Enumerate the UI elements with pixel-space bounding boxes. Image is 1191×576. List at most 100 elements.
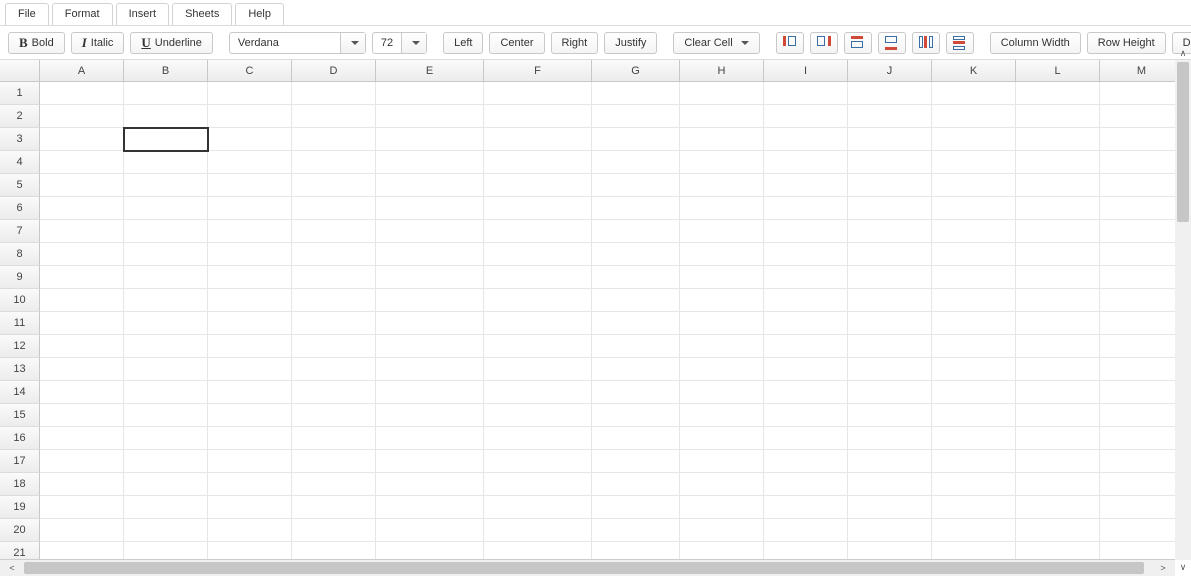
- insert-column-left-button[interactable]: [776, 32, 804, 54]
- cell-C4[interactable]: [208, 151, 292, 174]
- cell-K4[interactable]: [932, 151, 1016, 174]
- cell-E7[interactable]: [376, 220, 484, 243]
- cell-A6[interactable]: [40, 197, 124, 220]
- cell-F20[interactable]: [484, 519, 592, 542]
- row-header-5[interactable]: 5: [0, 174, 40, 197]
- cell-K9[interactable]: [932, 266, 1016, 289]
- cell-M16[interactable]: [1100, 427, 1184, 450]
- cell-H4[interactable]: [680, 151, 764, 174]
- cell-B21[interactable]: [124, 542, 208, 560]
- menu-file[interactable]: File: [5, 3, 49, 25]
- cell-I9[interactable]: [764, 266, 848, 289]
- cell-J11[interactable]: [848, 312, 932, 335]
- cell-D8[interactable]: [292, 243, 376, 266]
- cell-B6[interactable]: [124, 197, 208, 220]
- cell-B5[interactable]: [124, 174, 208, 197]
- cell-L11[interactable]: [1016, 312, 1100, 335]
- cell-H17[interactable]: [680, 450, 764, 473]
- cell-D7[interactable]: [292, 220, 376, 243]
- cell-A18[interactable]: [40, 473, 124, 496]
- font-size-select[interactable]: 72: [372, 32, 427, 54]
- column-header-C[interactable]: C: [208, 60, 292, 81]
- column-width-button[interactable]: Column Width: [990, 32, 1081, 54]
- clear-cell-button[interactable]: Clear Cell: [673, 32, 759, 54]
- cell-C16[interactable]: [208, 427, 292, 450]
- cell-J5[interactable]: [848, 174, 932, 197]
- cell-M12[interactable]: [1100, 335, 1184, 358]
- cell-C15[interactable]: [208, 404, 292, 427]
- cell-H11[interactable]: [680, 312, 764, 335]
- cell-K6[interactable]: [932, 197, 1016, 220]
- cell-E19[interactable]: [376, 496, 484, 519]
- cell-M7[interactable]: [1100, 220, 1184, 243]
- cell-H5[interactable]: [680, 174, 764, 197]
- scroll-right-icon[interactable]: >: [1155, 560, 1171, 576]
- align-left-button[interactable]: Left: [443, 32, 483, 54]
- cell-D20[interactable]: [292, 519, 376, 542]
- cell-I11[interactable]: [764, 312, 848, 335]
- cell-G15[interactable]: [592, 404, 680, 427]
- column-header-H[interactable]: H: [680, 60, 764, 81]
- cell-H9[interactable]: [680, 266, 764, 289]
- cell-H14[interactable]: [680, 381, 764, 404]
- cell-E18[interactable]: [376, 473, 484, 496]
- cell-F7[interactable]: [484, 220, 592, 243]
- row-header-20[interactable]: 20: [0, 519, 40, 542]
- cell-C20[interactable]: [208, 519, 292, 542]
- cell-G2[interactable]: [592, 105, 680, 128]
- cell-D21[interactable]: [292, 542, 376, 560]
- cell-D19[interactable]: [292, 496, 376, 519]
- cell-I21[interactable]: [764, 542, 848, 560]
- cell-M1[interactable]: [1100, 82, 1184, 105]
- row-header-8[interactable]: 8: [0, 243, 40, 266]
- horizontal-scroll-thumb[interactable]: [24, 562, 1144, 574]
- cell-B1[interactable]: [124, 82, 208, 105]
- cell-I7[interactable]: [764, 220, 848, 243]
- cell-I8[interactable]: [764, 243, 848, 266]
- cell-C6[interactable]: [208, 197, 292, 220]
- cell-K5[interactable]: [932, 174, 1016, 197]
- cell-D10[interactable]: [292, 289, 376, 312]
- cell-D14[interactable]: [292, 381, 376, 404]
- row-header-18[interactable]: 18: [0, 473, 40, 496]
- cell-L21[interactable]: [1016, 542, 1100, 560]
- cell-D16[interactable]: [292, 427, 376, 450]
- cell-C18[interactable]: [208, 473, 292, 496]
- cell-C21[interactable]: [208, 542, 292, 560]
- cell-L19[interactable]: [1016, 496, 1100, 519]
- cell-H18[interactable]: [680, 473, 764, 496]
- cell-H13[interactable]: [680, 358, 764, 381]
- cell-L7[interactable]: [1016, 220, 1100, 243]
- cell-K3[interactable]: [932, 128, 1016, 151]
- cell-L13[interactable]: [1016, 358, 1100, 381]
- cell-F12[interactable]: [484, 335, 592, 358]
- cell-H6[interactable]: [680, 197, 764, 220]
- cell-K21[interactable]: [932, 542, 1016, 560]
- cell-F5[interactable]: [484, 174, 592, 197]
- cell-D17[interactable]: [292, 450, 376, 473]
- cell-I6[interactable]: [764, 197, 848, 220]
- insert-row-above-button[interactable]: [844, 32, 872, 54]
- cell-A12[interactable]: [40, 335, 124, 358]
- cell-D9[interactable]: [292, 266, 376, 289]
- cell-G10[interactable]: [592, 289, 680, 312]
- column-header-A[interactable]: A: [40, 60, 124, 81]
- cell-J12[interactable]: [848, 335, 932, 358]
- cell-F17[interactable]: [484, 450, 592, 473]
- cell-F18[interactable]: [484, 473, 592, 496]
- cell-B4[interactable]: [124, 151, 208, 174]
- cell-J19[interactable]: [848, 496, 932, 519]
- cell-K11[interactable]: [932, 312, 1016, 335]
- cell-D18[interactable]: [292, 473, 376, 496]
- cell-A3[interactable]: [40, 128, 124, 151]
- cell-E5[interactable]: [376, 174, 484, 197]
- cell-K13[interactable]: [932, 358, 1016, 381]
- cell-M18[interactable]: [1100, 473, 1184, 496]
- cell-H1[interactable]: [680, 82, 764, 105]
- cell-J3[interactable]: [848, 128, 932, 151]
- cell-L8[interactable]: [1016, 243, 1100, 266]
- cell-A5[interactable]: [40, 174, 124, 197]
- cell-G3[interactable]: [592, 128, 680, 151]
- cell-B11[interactable]: [124, 312, 208, 335]
- cell-J18[interactable]: [848, 473, 932, 496]
